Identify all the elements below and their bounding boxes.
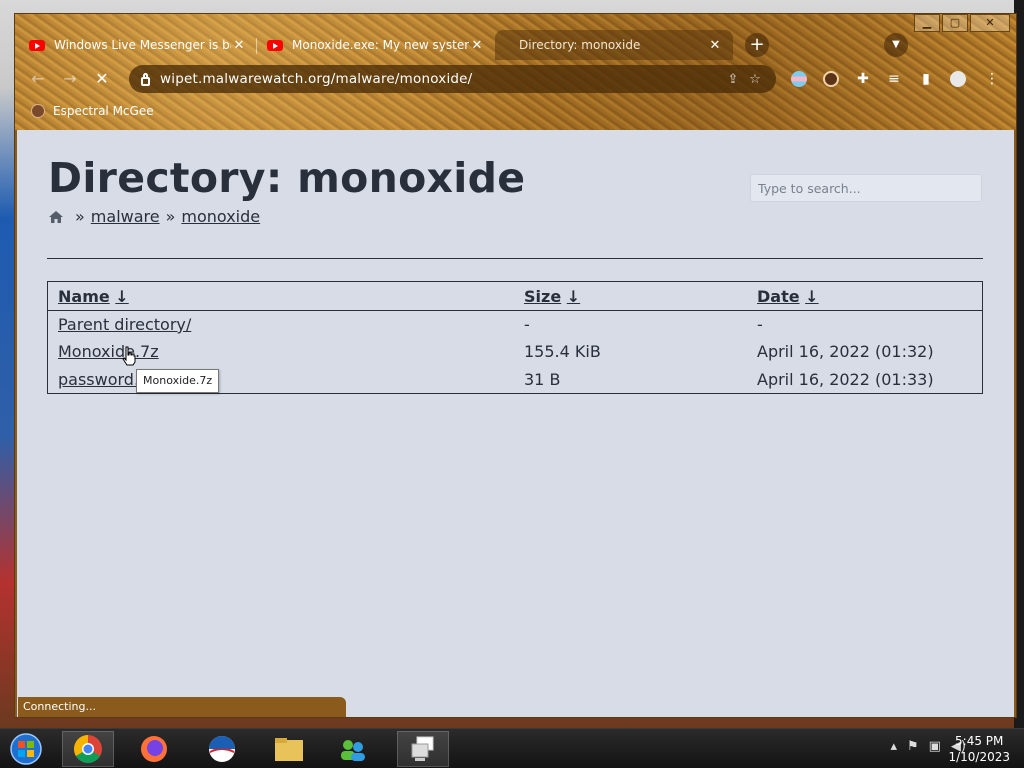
page-title: Directory: monoxide <box>48 154 526 202</box>
table-header-row: Name ↓ Size ↓ Date ↓ <box>48 282 982 311</box>
monitors-icon <box>411 736 434 761</box>
tab-title: Windows Live Messenger is back <box>54 38 231 52</box>
divider <box>47 258 983 259</box>
forward-button[interactable]: → <box>59 68 81 90</box>
start-button[interactable] <box>0 731 52 767</box>
address-bar[interactable]: wipet.malwarewatch.org/malware/monoxide/… <box>129 65 776 93</box>
extensions-puzzle-icon[interactable]: ✚ <box>852 68 874 90</box>
sort-arrow-icon[interactable]: ↓ <box>115 287 128 306</box>
windows-orb-icon <box>10 733 42 765</box>
bookmark-favicon <box>31 104 45 118</box>
sort-by-size-link[interactable]: Size <box>524 287 561 306</box>
campaign-logo <box>209 736 235 762</box>
file-link-monoxide-7z[interactable]: Monoxide.7z <box>58 342 159 361</box>
lock-icon <box>141 72 150 86</box>
file-size: 155.4 KiB <box>524 342 601 361</box>
share-icon[interactable]: ⇪ <box>722 72 744 87</box>
tab-strip: Windows Live Messenger is back ✕ Monoxid… <box>19 30 769 60</box>
breadcrumb-separator: » <box>75 207 85 226</box>
action-center-flag-icon[interactable]: ⚑ <box>907 739 919 754</box>
file-explorer-icon[interactable] <box>263 731 315 767</box>
clock-date: 1/10/2023 <box>948 750 1010 764</box>
close-tab-icon[interactable]: ✕ <box>231 38 247 53</box>
folder-icon <box>275 738 303 761</box>
search-input[interactable] <box>750 174 982 202</box>
tab-windows-live-messenger[interactable]: Windows Live Messenger is back ✕ <box>19 30 257 60</box>
firefox-logo <box>141 736 167 762</box>
hand-cursor-icon <box>122 346 136 366</box>
file-size: 31 B <box>524 369 561 389</box>
file-date: April 16, 2022 (01:32) <box>757 342 934 361</box>
url-text: wipet.malwarewatch.org/malware/monoxide/ <box>160 71 473 87</box>
browser-toolbar: ← → ✕ wipet.malwarewatch.org/malware/mon… <box>15 64 1016 94</box>
column-header-size[interactable]: Size ↓ <box>514 282 747 311</box>
extension-flag-icon[interactable] <box>788 68 810 90</box>
bookmarks-bar: Espectral McGee <box>31 100 154 122</box>
network-icon[interactable]: ▣ <box>929 739 941 754</box>
column-label: Date <box>757 286 800 306</box>
file-date: - <box>757 315 763 334</box>
reading-list-icon[interactable]: ≡ <box>883 68 905 90</box>
bookmark-star-icon[interactable]: ☆ <box>744 72 766 87</box>
clock[interactable]: 5:45 PM 1/10/2023 <box>948 733 1010 765</box>
extension-avatar-icon[interactable] <box>820 68 842 90</box>
back-button[interactable]: ← <box>27 68 49 90</box>
status-bubble: Connecting... <box>18 697 346 717</box>
breadcrumb: » malware » monoxide <box>48 207 260 226</box>
close-window-button[interactable]: ✕ <box>970 14 1010 32</box>
breadcrumb-separator: » <box>165 207 176 226</box>
file-link-parent-directory[interactable]: Parent directory/ <box>58 315 191 334</box>
table-row: Parent directory/ - - <box>48 311 982 338</box>
network-users-icon[interactable] <box>327 731 379 767</box>
sort-by-name-link[interactable]: Name <box>58 287 110 306</box>
window-caption-buttons: ▁ ▢ ✕ <box>914 14 1010 32</box>
breadcrumb-link-monoxide[interactable]: monoxide <box>181 207 260 226</box>
tab-title: Directory: monoxide <box>519 38 641 52</box>
remote-desktop-icon[interactable] <box>397 731 449 767</box>
breadcrumb-link-malware[interactable]: malware <box>91 207 160 226</box>
youtube-icon <box>29 39 45 51</box>
clock-time: 5:45 PM <box>955 734 1004 748</box>
obama-logo-icon[interactable] <box>196 731 248 767</box>
table-row: Monoxide.7z 155.4 KiB April 16, 2022 (01… <box>48 338 982 365</box>
new-tab-button[interactable]: + <box>745 33 769 57</box>
browser-window: ▁ ▢ ✕ Windows Live Messenger is back ✕ M… <box>14 13 1017 718</box>
chrome-logo <box>74 735 102 763</box>
column-label: Name <box>58 286 110 306</box>
minimize-button[interactable]: ▁ <box>914 14 940 32</box>
file-size: - <box>524 315 530 334</box>
menu-kebab-icon[interactable]: ⋮ <box>981 68 1003 90</box>
column-label: Size <box>524 286 562 306</box>
close-tab-icon[interactable]: ✕ <box>469 38 485 53</box>
sort-arrow-icon[interactable]: ↓ <box>567 287 580 306</box>
sort-by-date-link[interactable]: Date <box>757 287 800 306</box>
tab-monoxide-exe[interactable]: Monoxide.exe: My new system de... ✕ <box>257 30 495 60</box>
side-panel-icon[interactable]: ▮ <box>915 68 937 90</box>
tab-search-button[interactable]: ▼ <box>884 33 908 57</box>
file-date: April 16, 2022 (01:33) <box>757 369 934 389</box>
stop-loading-button[interactable]: ✕ <box>91 68 113 90</box>
close-tab-icon[interactable]: ✕ <box>707 38 723 53</box>
firefox-icon[interactable] <box>128 731 180 767</box>
youtube-icon <box>267 39 283 51</box>
page-viewport: Directory: monoxide » malware » monoxide… <box>17 130 1014 717</box>
column-header-name[interactable]: Name ↓ <box>48 282 514 311</box>
maximize-button[interactable]: ▢ <box>942 14 968 32</box>
tab-directory-monoxide[interactable]: Directory: monoxide ✕ <box>495 30 733 60</box>
show-hidden-icons-icon[interactable]: ▴ <box>890 739 897 754</box>
link-tooltip: Monoxide.7z <box>136 369 220 393</box>
sort-arrow-icon[interactable]: ↓ <box>805 287 818 306</box>
chrome-icon[interactable] <box>62 731 114 767</box>
tab-title: Monoxide.exe: My new system de... <box>292 38 469 52</box>
file-link-password[interactable]: password. <box>58 370 139 389</box>
home-icon[interactable] <box>48 210 64 224</box>
taskbar: ▴ ⚑ ▣ ◀) 5:45 PM 1/10/2023 <box>0 728 1024 768</box>
profile-icon[interactable] <box>947 68 969 90</box>
column-header-date[interactable]: Date ↓ <box>747 282 982 311</box>
bookmark-espectral-mcgee[interactable]: Espectral McGee <box>53 104 154 118</box>
users-icon <box>341 740 365 761</box>
